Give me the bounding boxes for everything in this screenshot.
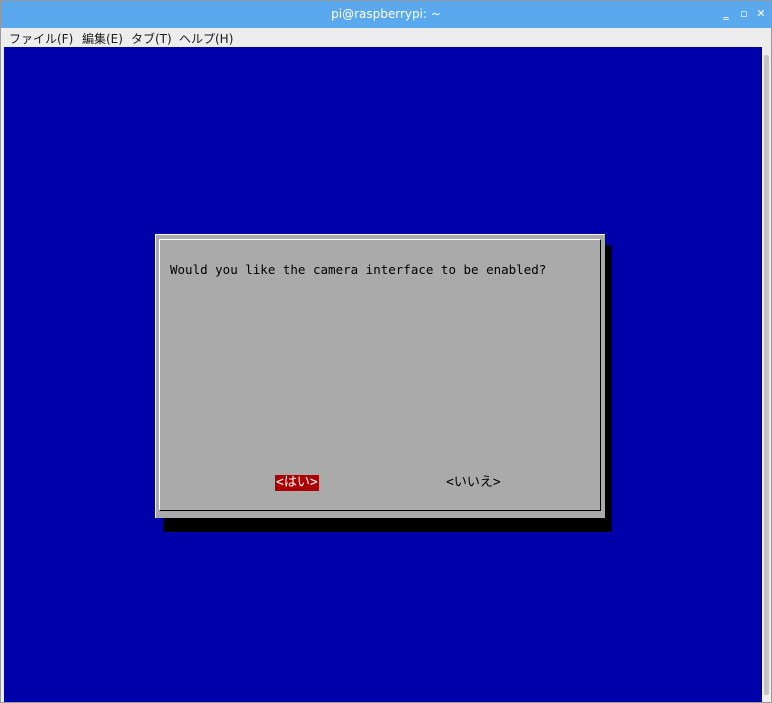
dialog-frame bbox=[159, 239, 601, 511]
menu-help[interactable]: ヘルプ(H) bbox=[179, 30, 233, 47]
title-bar[interactable]: pi@raspberrypi: ~ ‗ ▫ ✕ bbox=[1, 1, 771, 28]
vertical-scrollbar[interactable] bbox=[762, 47, 771, 702]
terminal-window: pi@raspberrypi: ~ ‗ ▫ ✕ ファイル(F) 編集(E) タブ… bbox=[0, 0, 772, 703]
menu-bar: ファイル(F) 編集(E) タブ(T) ヘルプ(H) bbox=[1, 28, 771, 47]
no-button[interactable]: <いいえ> bbox=[446, 475, 501, 491]
window-title: pi@raspberrypi: ~ bbox=[331, 7, 441, 21]
confirm-dialog: Would you like the camera interface to b… bbox=[155, 234, 605, 518]
dialog-prompt: Would you like the camera interface to b… bbox=[170, 262, 547, 277]
yes-button[interactable]: <はい> bbox=[275, 475, 319, 491]
scrollbar-thumb[interactable] bbox=[764, 55, 769, 695]
menu-edit[interactable]: 編集(E) bbox=[82, 30, 123, 47]
menu-tab[interactable]: タブ(T) bbox=[131, 30, 172, 47]
menu-file[interactable]: ファイル(F) bbox=[9, 30, 73, 47]
close-icon[interactable]: ✕ bbox=[754, 7, 768, 21]
maximize-icon[interactable]: ▫ bbox=[737, 7, 751, 21]
minimize-icon[interactable]: ‗ bbox=[719, 7, 733, 21]
